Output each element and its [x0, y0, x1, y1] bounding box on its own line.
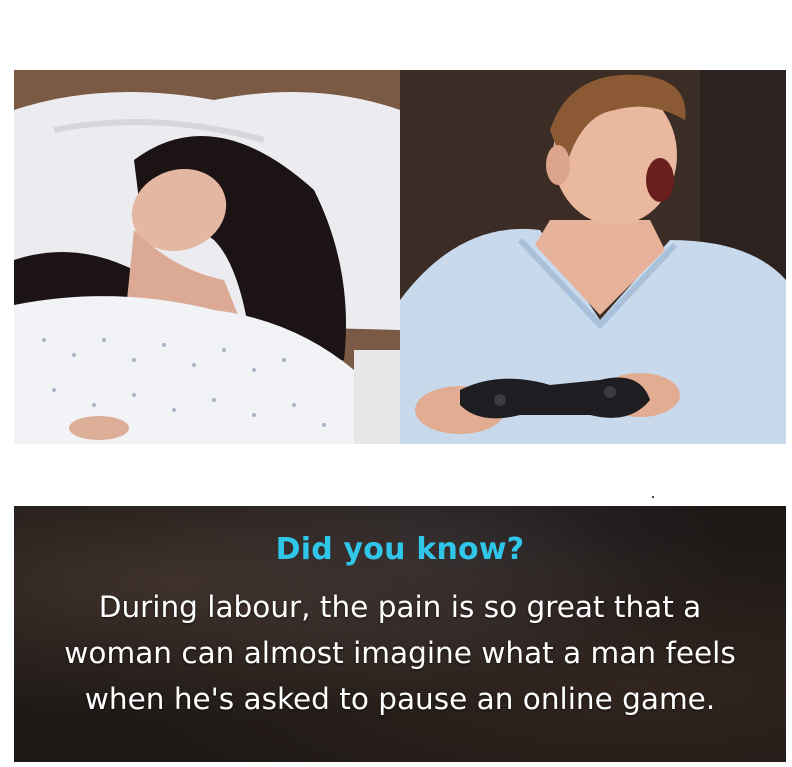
man-gaming-photo — [400, 70, 786, 444]
caption-line: During labour, the pain is so great that… — [98, 590, 702, 624]
caption-heading: Did you know? — [275, 532, 525, 567]
stray-dot — [652, 496, 654, 498]
photo-collage — [14, 70, 786, 444]
caption-line: when he's asked to pause an online game. — [84, 682, 716, 716]
woman-in-labour-photo — [14, 70, 400, 444]
caption-body: During labour, the pain is so great that… — [20, 584, 780, 722]
caption-panel: Did you know? During labour, the pain is… — [14, 506, 786, 762]
caption-line: woman can almost imagine what a man feel… — [64, 636, 736, 670]
